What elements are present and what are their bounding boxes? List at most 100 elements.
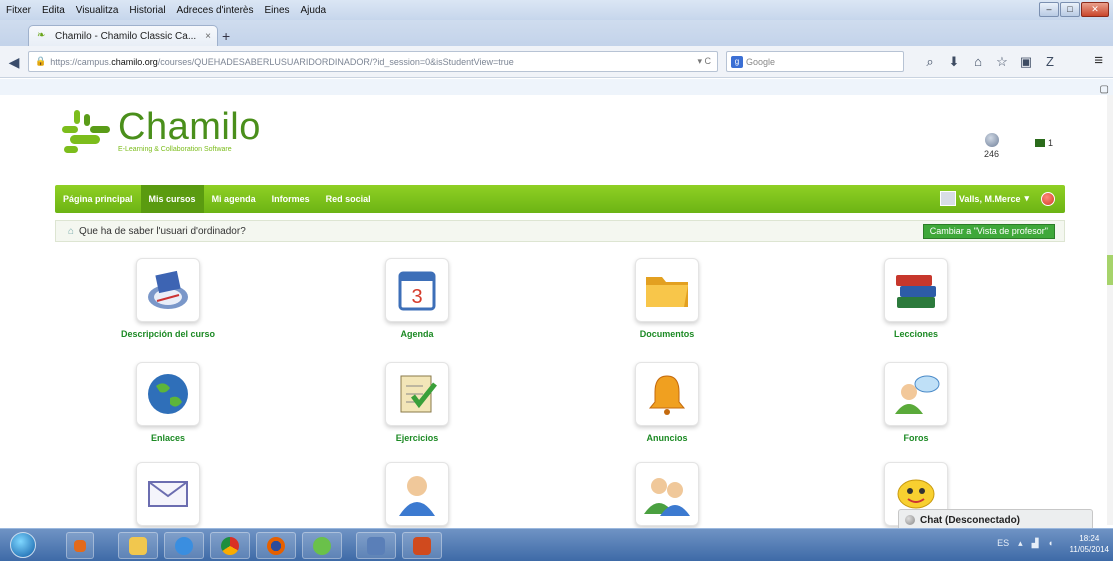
system-tray: ES ▴ ▟ ◖ [988,538,1053,549]
tool-label: Documentos [639,329,695,339]
chamilo-favicon-icon: ❧ [37,30,46,41]
google-icon: g [731,55,743,68]
tool-lessons[interactable]: Lecciones [831,258,1001,339]
tool-documents[interactable]: Documentos [582,258,752,339]
tool-course-description[interactable]: Descripción del curso [83,258,253,339]
bookmark-star-icon[interactable]: ☆ [990,54,1014,70]
bookmarks-menu-icon[interactable]: ▣ [1014,54,1038,70]
back-arrow-icon[interactable]: ◀ [4,52,24,72]
start-button[interactable] [10,532,36,558]
envelope-icon [136,462,200,526]
logout-icon[interactable] [1041,192,1055,206]
browser-menubar: Fitxer Edita Visualitza Historial Adrece… [0,0,1113,20]
taskbar-calculator-icon[interactable] [356,532,396,559]
browser-tab[interactable]: ❧ Chamilo - Chamilo Classic Ca... × [28,25,218,46]
menu-item-edit[interactable]: Edita [42,5,65,16]
nav-reports[interactable]: Informes [264,185,318,213]
calendar-icon: 3 [385,258,449,322]
close-window-button[interactable]: ✕ [1081,2,1109,17]
url-bar[interactable]: 🔒 https://campus. chamilo.org/courses/QUE… [28,51,718,72]
toolbar-icons: ⌕ ⬇ ⌂ ☆ ▣ Z [918,54,1062,70]
home-icon[interactable]: ⌂ [68,226,74,237]
logo-name: Chamilo [118,106,261,148]
taskbar-firefox-icon[interactable] [256,532,296,559]
menu-item-history[interactable]: Historial [129,5,165,16]
tab-close-icon[interactable]: × [205,31,211,42]
minimize-button[interactable]: – [1039,2,1059,17]
taskbar-ie-icon[interactable] [164,532,204,559]
tool-label: Descripción del curso [120,329,216,339]
menu-item-file[interactable]: Fitxer [6,5,31,16]
group-icon [635,462,699,526]
page-top-strip [0,79,1113,95]
url-host: chamilo.org [111,56,158,67]
download-icon[interactable]: ⬇ [942,54,966,70]
browser-navbar: ◀ 🔒 https://campus. chamilo.org/courses/Q… [0,46,1113,78]
url-scheme: https://campus. [50,56,112,67]
chamilo-logo[interactable]: Chamilo E-Learning & Collaboration Softw… [60,108,261,156]
user-name: Valls, M.Merce [958,193,1021,204]
tool-announcements[interactable]: Anuncios [582,362,752,443]
chat-label: Chat (Desconectado) [920,514,1021,526]
messages-icon[interactable] [1035,139,1045,147]
tool-links[interactable]: Enlaces [83,362,253,443]
course-title[interactable]: Que ha de saber l'usuari d'ordinador? [79,226,246,237]
menu-item-bookmarks[interactable]: Adreces d'interès [177,5,254,16]
menu-item-view[interactable]: Visualitza [76,5,119,16]
messages-count: 1 [1048,138,1054,148]
course-description-icon [136,258,200,322]
menu-item-tools[interactable]: Eines [265,5,290,16]
taskbar-chrome-icon[interactable] [210,532,250,559]
tool-label: Anuncios [646,433,688,443]
taskbar-explorer-icon[interactable] [118,532,158,559]
avatar [939,191,956,206]
tray-arrow-icon[interactable]: ▴ [1018,538,1023,549]
taskbar-messenger-icon[interactable] [302,532,342,559]
svg-text:3: 3 [411,286,422,308]
page-scrollbar[interactable] [1107,95,1113,525]
sidebar-toggle-icon[interactable]: ▢ [1100,84,1109,95]
tray-network-icon[interactable]: ▟ [1032,538,1039,549]
folder-icon [635,258,699,322]
menu-hamburger-icon[interactable]: ≡ [1094,52,1103,69]
user-menu[interactable]: Valls, M.Merce ▾ [939,191,1029,206]
windows-taskbar: ES ▴ ▟ ◖ 18:24 11/05/2014 [0,528,1113,561]
books-icon [884,258,948,322]
tool-forums[interactable]: Foros [831,362,1001,443]
zotero-icon[interactable]: Z [1038,54,1062,70]
tool-label: Agenda [400,329,434,339]
reload-icon[interactable]: ▾ C [697,56,711,67]
url-path: /courses/QUEHADESABERLUSUARIDORDINADOR/?… [157,56,514,67]
forum-icon [884,362,948,426]
taskbar-clock[interactable]: 18:24 11/05/2014 [1070,533,1109,555]
nav-home[interactable]: Página principal [55,185,141,213]
menu-item-help[interactable]: Ajuda [301,5,327,16]
nav-social-network[interactable]: Red social [318,185,379,213]
nav-my-agenda[interactable]: Mi agenda [204,185,264,213]
tool-groups[interactable] [582,462,752,526]
tool-agenda[interactable]: 3 Agenda [332,258,502,339]
taskbar-powerpoint-icon[interactable] [402,532,442,559]
tool-users[interactable] [332,462,502,526]
home-icon[interactable]: ⌂ [966,54,990,70]
tool-exercises[interactable]: Ejercicios [332,362,502,443]
breadcrumb: ⌂ Que ha de saber l'usuari d'ordinador? … [55,220,1065,242]
new-tab-button[interactable]: + [222,28,230,44]
users-online-count: 246 [984,149,1000,159]
tray-language[interactable]: ES [997,538,1009,549]
switch-to-teacher-view-button[interactable]: Cambiar a "Vista de profesor" [922,224,1055,239]
tab-title: Chamilo - Chamilo Classic Ca... [55,30,197,42]
tray-volume-icon[interactable]: ◖ [1048,538,1053,549]
chameleon-icon [60,108,112,156]
tab-strip: ❧ Chamilo - Chamilo Classic Ca... × + [0,20,1113,46]
nav-my-courses[interactable]: Mis cursos [140,185,204,213]
tool-messages[interactable] [83,462,253,526]
search-icon[interactable]: ⌕ [918,54,942,70]
users-online-icon[interactable] [985,133,999,147]
taskbar-media-icon[interactable] [66,532,94,559]
tool-label: Ejercicios [395,433,439,443]
main-nav: Página principal Mis cursos Mi agenda In… [55,185,1065,213]
window-controls: – □ ✕ [1038,2,1109,17]
search-bar[interactable]: g Google [726,51,904,72]
maximize-button[interactable]: □ [1060,2,1080,17]
